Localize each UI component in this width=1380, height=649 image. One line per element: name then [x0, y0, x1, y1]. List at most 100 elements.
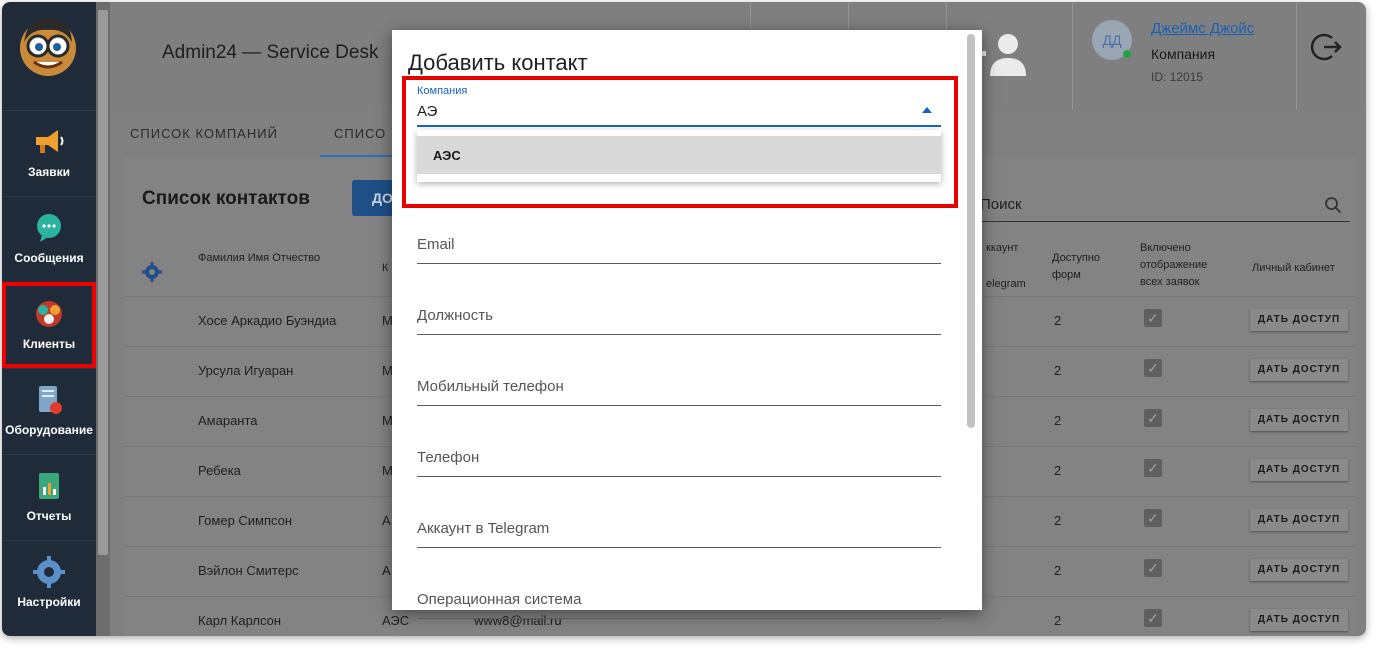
field-label: Аккаунт в Telegram [417, 520, 550, 537]
header-divider [1296, 2, 1297, 110]
user-company: Компания [1151, 46, 1216, 62]
company-combobox[interactable]: АЭ [417, 103, 437, 120]
contact-name: Вэйлон Смитерс [198, 563, 299, 578]
company-field-label: Компания [417, 85, 468, 97]
sidebar-item-label: Отчеты [26, 509, 72, 523]
contact-name: Амаранта [198, 413, 258, 428]
phone-field[interactable]: Телефон [417, 443, 941, 477]
add-contact-dialog: Добавить контакт Компания АЭ АЭС Email Д… [392, 30, 982, 619]
forms-count: 2 [1054, 313, 1062, 328]
company-dropdown: АЭС [417, 130, 941, 182]
col-header-telegram-top[interactable]: ккаунт [986, 240, 1018, 257]
columns-settings-icon[interactable] [142, 262, 162, 282]
display-all-checkbox[interactable]: ✓ [1144, 309, 1162, 327]
field-label: Телефон [417, 449, 480, 466]
give-access-button[interactable]: ДАТЬ ДОСТУП [1250, 509, 1348, 531]
search-icon[interactable] [1324, 196, 1342, 214]
tab-contacts[interactable]: СПИСО [334, 126, 386, 141]
position-field[interactable]: Должность [417, 301, 941, 335]
user-name-link[interactable]: Джеймс Джойс [1151, 20, 1254, 37]
avatar-logo-icon[interactable] [14, 12, 82, 80]
col-header-cabinet[interactable]: Личный кабинет [1252, 260, 1335, 277]
equipment-icon [39, 386, 62, 414]
forms-count: 2 [1054, 613, 1062, 628]
sidebar-item-reports[interactable]: Отчеты [2, 454, 96, 540]
forms-count: 2 [1054, 363, 1062, 378]
col-header-company[interactable]: К [382, 260, 388, 277]
search-input[interactable]: Поиск [980, 192, 1350, 222]
dialog-scrollbar[interactable] [967, 34, 975, 428]
give-access-button[interactable]: ДАТЬ ДОСТУП [1250, 409, 1348, 431]
sidebar-item-requests[interactable]: Заявки [2, 110, 96, 196]
online-status-dot [1123, 50, 1131, 58]
tab-companies[interactable]: СПИСОК КОМПАНИЙ [130, 126, 278, 141]
user-id: ID: 12015 [1151, 70, 1204, 84]
report-icon [39, 473, 59, 499]
contact-name: Ребека [198, 463, 241, 478]
app-window: Заявки Сообщения Клиенты Оборудование От… [2, 2, 1366, 636]
sidebar: Заявки Сообщения Клиенты Оборудование От… [2, 2, 96, 636]
forms-count: 2 [1054, 413, 1062, 428]
forms-count: 2 [1054, 463, 1062, 478]
col-header-forms-l2: форм [1052, 269, 1081, 281]
display-all-checkbox[interactable]: ✓ [1144, 609, 1162, 627]
contact-name: Урсула Игуаран [198, 363, 294, 378]
forms-count: 2 [1054, 513, 1062, 528]
display-all-checkbox[interactable]: ✓ [1144, 559, 1162, 577]
give-access-button[interactable]: ДАТЬ ДОСТУП [1250, 559, 1348, 581]
col-header-display-l1[interactable]: Включено [1140, 240, 1191, 257]
app-title: Admin24 — Service Desk [162, 42, 379, 63]
col-header-fio[interactable]: Фамилия Имя Отчество [198, 250, 320, 267]
contact-name: Гомер Симпсон [198, 513, 293, 528]
add-user-icon[interactable] [972, 32, 1042, 76]
contact-name: Карл Карлсон [198, 613, 282, 628]
card-title: Список контактов [142, 188, 310, 209]
mobile-phone-field[interactable]: Мобильный телефон [417, 372, 941, 406]
dropdown-option[interactable]: АЭС [417, 136, 941, 174]
display-all-checkbox[interactable]: ✓ [1144, 459, 1162, 477]
display-all-checkbox[interactable]: ✓ [1144, 359, 1162, 377]
sidebar-item-settings[interactable]: Настройки [2, 540, 96, 626]
field-label: Мобильный телефон [417, 378, 564, 395]
contact-company: А [382, 513, 391, 528]
field-label: Операционная система [417, 591, 582, 608]
email-field[interactable]: Email [417, 230, 941, 264]
sidebar-item-label: Заявки [28, 165, 70, 179]
chevron-up-icon[interactable] [922, 107, 932, 113]
sidebar-item-label: Клиенты [22, 337, 76, 351]
sidebar-item-label: Настройки [17, 595, 81, 609]
sidebar-item-equipment[interactable]: Оборудование [2, 368, 96, 454]
header-divider [1072, 2, 1073, 110]
field-label: Email [417, 236, 455, 253]
sidebar-scrollbar[interactable] [96, 2, 110, 636]
col-header-forms-l1[interactable]: Доступно [1052, 250, 1100, 267]
forms-count: 2 [1054, 563, 1062, 578]
megaphone-icon [36, 130, 64, 153]
give-access-button[interactable]: ДАТЬ ДОСТУП [1250, 609, 1348, 631]
sidebar-item-label: Оборудование [5, 423, 93, 437]
display-all-checkbox[interactable]: ✓ [1144, 409, 1162, 427]
telegram-field[interactable]: Аккаунт в Telegram [417, 514, 941, 548]
display-all-checkbox[interactable]: ✓ [1144, 509, 1162, 527]
sidebar-item-messages[interactable]: Сообщения [2, 196, 96, 282]
give-access-button[interactable]: ДАТЬ ДОСТУП [1250, 359, 1348, 381]
col-header-telegram-bottom: elegram [986, 278, 1026, 290]
give-access-button[interactable]: ДАТЬ ДОСТУП [1250, 459, 1348, 481]
search-placeholder: Поиск [980, 196, 1022, 213]
contact-name: Хосе Аркадио Буэндиа [198, 313, 337, 328]
dialog-title: Добавить контакт [408, 50, 588, 75]
col-header-display-l3: всех заявок [1140, 276, 1200, 288]
os-field[interactable]: Операционная система [417, 585, 941, 619]
scrollbar-thumb[interactable] [98, 10, 108, 555]
field-label: Должность [417, 307, 493, 324]
col-header-display-l2: отображение [1140, 259, 1208, 271]
logout-icon[interactable] [1310, 30, 1344, 64]
contact-company: А [382, 563, 391, 578]
contact-company: АЭС [382, 613, 410, 628]
sidebar-item-clients[interactable]: Клиенты [2, 282, 96, 368]
clients-icon [36, 301, 62, 327]
chat-bubble-icon [37, 214, 61, 242]
give-access-button[interactable]: ДАТЬ ДОСТУП [1250, 309, 1348, 331]
sidebar-item-label: Сообщения [14, 251, 84, 265]
gear-icon [33, 556, 65, 588]
